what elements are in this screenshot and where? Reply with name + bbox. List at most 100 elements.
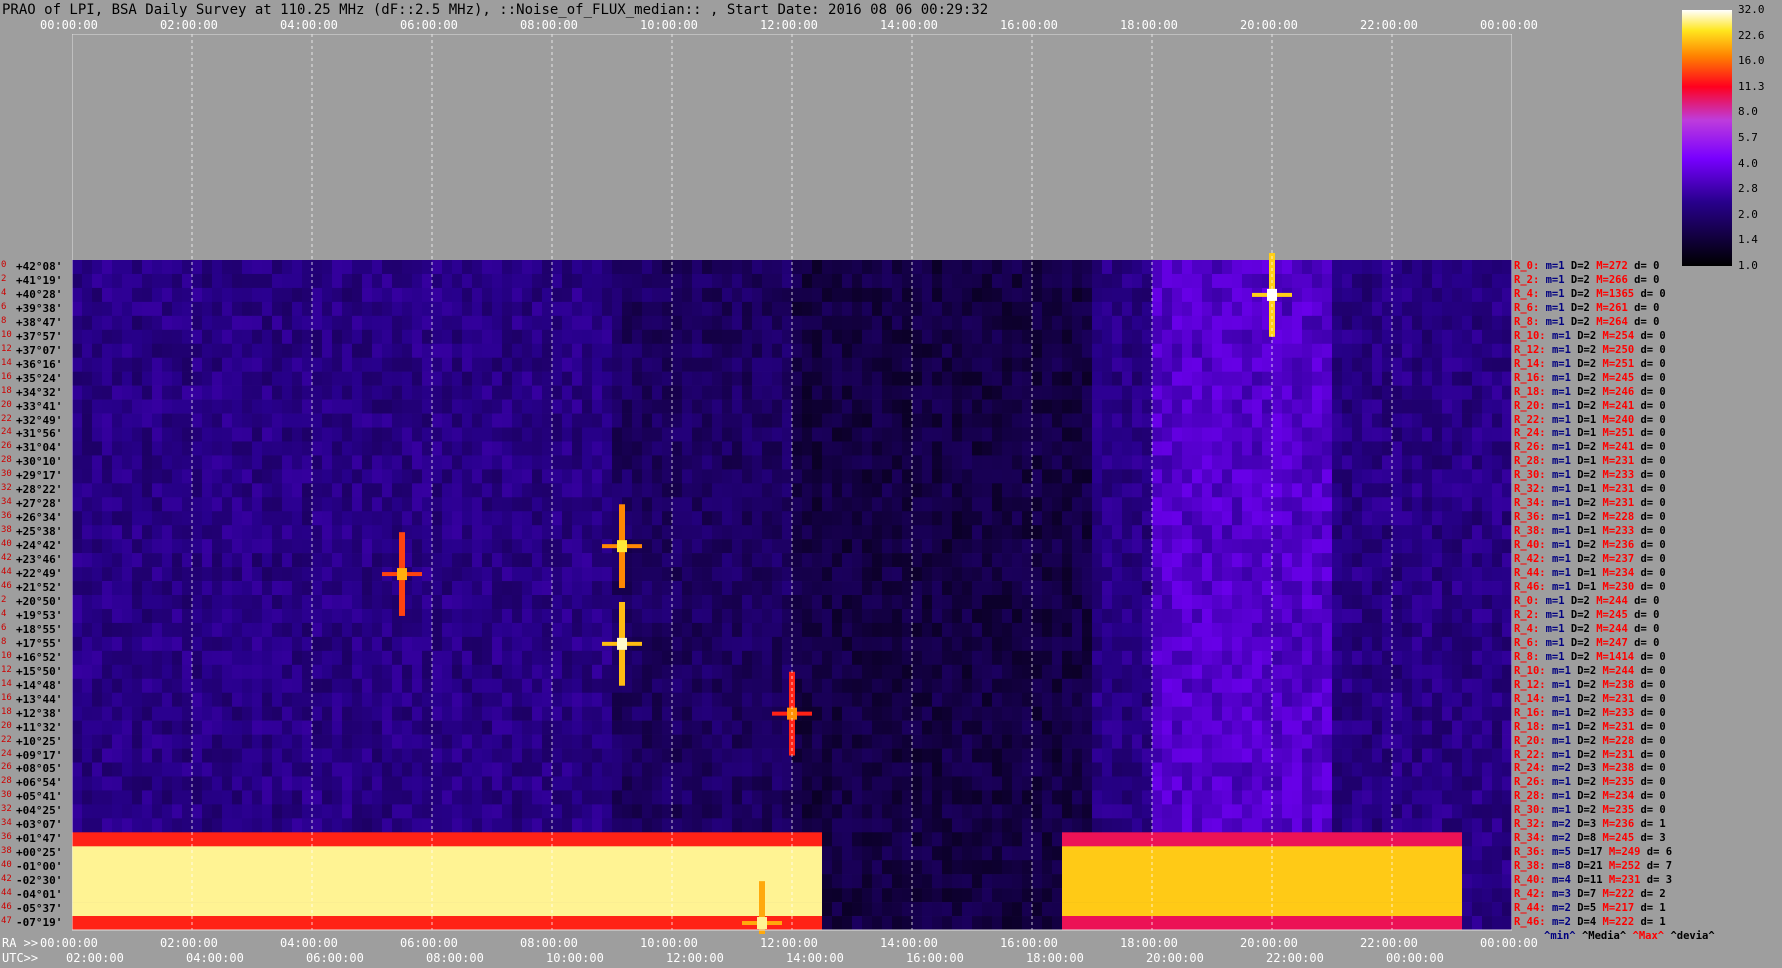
- heatmap-cell: [662, 622, 673, 638]
- heatmap-cell: [492, 581, 503, 596]
- heatmap-cell: [1382, 301, 1393, 317]
- heatmap-cell: [1282, 260, 1293, 275]
- heatmap-cell: [442, 622, 453, 638]
- heatmap-cell: [632, 427, 643, 442]
- heatmap-cell: [1502, 497, 1512, 512]
- heatmap-cell: [1302, 413, 1313, 428]
- heatmap-cell: [1242, 469, 1253, 484]
- heatmap-cell: [1312, 497, 1323, 512]
- heatmap-cell: [292, 329, 303, 345]
- heatmap-cell: [642, 483, 653, 498]
- heatmap-cell: [742, 287, 753, 303]
- heatmap-cell: [842, 608, 853, 624]
- heatmap-cell: [652, 343, 663, 359]
- heatmap-cell: [1462, 301, 1473, 317]
- heatmap-cell: [1012, 329, 1023, 345]
- heatmap-cell: [632, 385, 643, 400]
- heatmap-cell: [532, 301, 543, 317]
- heatmap-cell: [1422, 636, 1433, 652]
- heatmap-cell: [1172, 720, 1183, 735]
- heatmap-cell: [622, 483, 633, 498]
- heatmap-cell: [972, 343, 983, 359]
- heatmap-cell: [1402, 413, 1413, 428]
- heatmap-cell: [422, 720, 433, 735]
- heatmap-cell: [162, 581, 173, 596]
- heatmap-cell: [482, 595, 493, 610]
- heatmap-cell: [1022, 455, 1033, 470]
- heatmap-cell: [122, 734, 133, 749]
- heatmap-cell: [182, 567, 193, 582]
- heatmap-cell: [682, 595, 693, 610]
- heatmap-cell: [122, 622, 133, 638]
- heatmap-cell: [1232, 413, 1243, 428]
- heatmap-cell: [1152, 595, 1163, 610]
- heatmap-cell: [472, 511, 483, 526]
- heatmap-cell: [982, 273, 993, 289]
- heatmap-cell: [682, 678, 693, 694]
- heatmap-cell: [422, 650, 433, 666]
- heatmap-cell: [232, 622, 243, 638]
- heatmap-cell: [402, 692, 413, 707]
- heatmap-cell: [932, 734, 943, 749]
- heatmap-cell: [1182, 455, 1193, 470]
- heatmap-cell: [452, 371, 463, 386]
- heatmap-cell: [1162, 441, 1173, 456]
- heatmap-cell: [902, 511, 913, 526]
- heatmap-cell: [702, 595, 713, 610]
- heatmap-cell: [1392, 511, 1403, 526]
- heatmap-cell: [222, 636, 233, 652]
- heatmap-cell: [212, 511, 223, 526]
- heatmap-cell: [1482, 539, 1493, 554]
- heatmap-cell: [552, 497, 563, 512]
- heatmap-cell: [72, 260, 83, 275]
- heatmap-cell: [232, 357, 243, 372]
- heatmap-cell: [1042, 511, 1053, 526]
- heatmap-cell: [1482, 608, 1493, 624]
- heatmap-cell: [202, 287, 213, 303]
- heatmap-cell: [312, 692, 323, 707]
- heatmap-cell: [1402, 273, 1413, 289]
- heatmap-cell: [972, 413, 983, 428]
- heatmap-cell: [432, 427, 443, 442]
- heatmap-cell: [1462, 413, 1473, 428]
- heatmap-cell: [182, 469, 193, 484]
- heatmap-cell: [82, 734, 93, 749]
- heatmap-cell: [362, 650, 373, 666]
- heatmap-cell: [1242, 497, 1253, 512]
- heatmap-cell: [232, 413, 243, 428]
- heatmap-cell: [622, 469, 633, 484]
- heatmap-cell: [352, 260, 363, 275]
- heatmap-cell: [852, 567, 863, 582]
- heatmap-cell: [942, 720, 953, 735]
- heatmap-cell: [1472, 553, 1483, 568]
- heatmap-cell: [492, 329, 503, 345]
- heatmap-cell: [1342, 371, 1353, 386]
- heatmap-cell: [242, 301, 253, 317]
- heatmap-cell: [1382, 399, 1393, 414]
- heatmap-cell: [592, 622, 603, 638]
- heatmap-cell: [1482, 287, 1493, 303]
- heatmap-cell: [392, 664, 403, 680]
- heatmap-cell: [942, 441, 953, 456]
- heatmap-cell: [492, 525, 503, 540]
- heatmap-cell: [352, 301, 363, 317]
- heatmap-cell: [1072, 287, 1083, 303]
- heatmap-cell: [102, 608, 113, 624]
- heatmap-cell: [1072, 636, 1083, 652]
- heatmap-cell: [182, 399, 193, 414]
- heatmap-cell: [472, 567, 483, 582]
- heatmap-cell: [802, 329, 813, 345]
- heatmap-cell: [792, 357, 803, 372]
- heatmap-cell: [732, 664, 743, 680]
- heatmap-cell: [762, 511, 773, 526]
- heatmap-cell: [592, 539, 603, 554]
- heatmap-cell: [212, 427, 223, 442]
- heatmap-cell: [702, 622, 713, 638]
- heatmap-cell: [1462, 678, 1473, 694]
- heatmap-cell: [842, 567, 853, 582]
- heatmap-cell: [282, 692, 293, 707]
- heatmap-cell: [232, 329, 243, 345]
- heatmap-cell: [462, 427, 473, 442]
- heatmap-cell: [862, 483, 873, 498]
- heatmap-cell: [902, 315, 913, 331]
